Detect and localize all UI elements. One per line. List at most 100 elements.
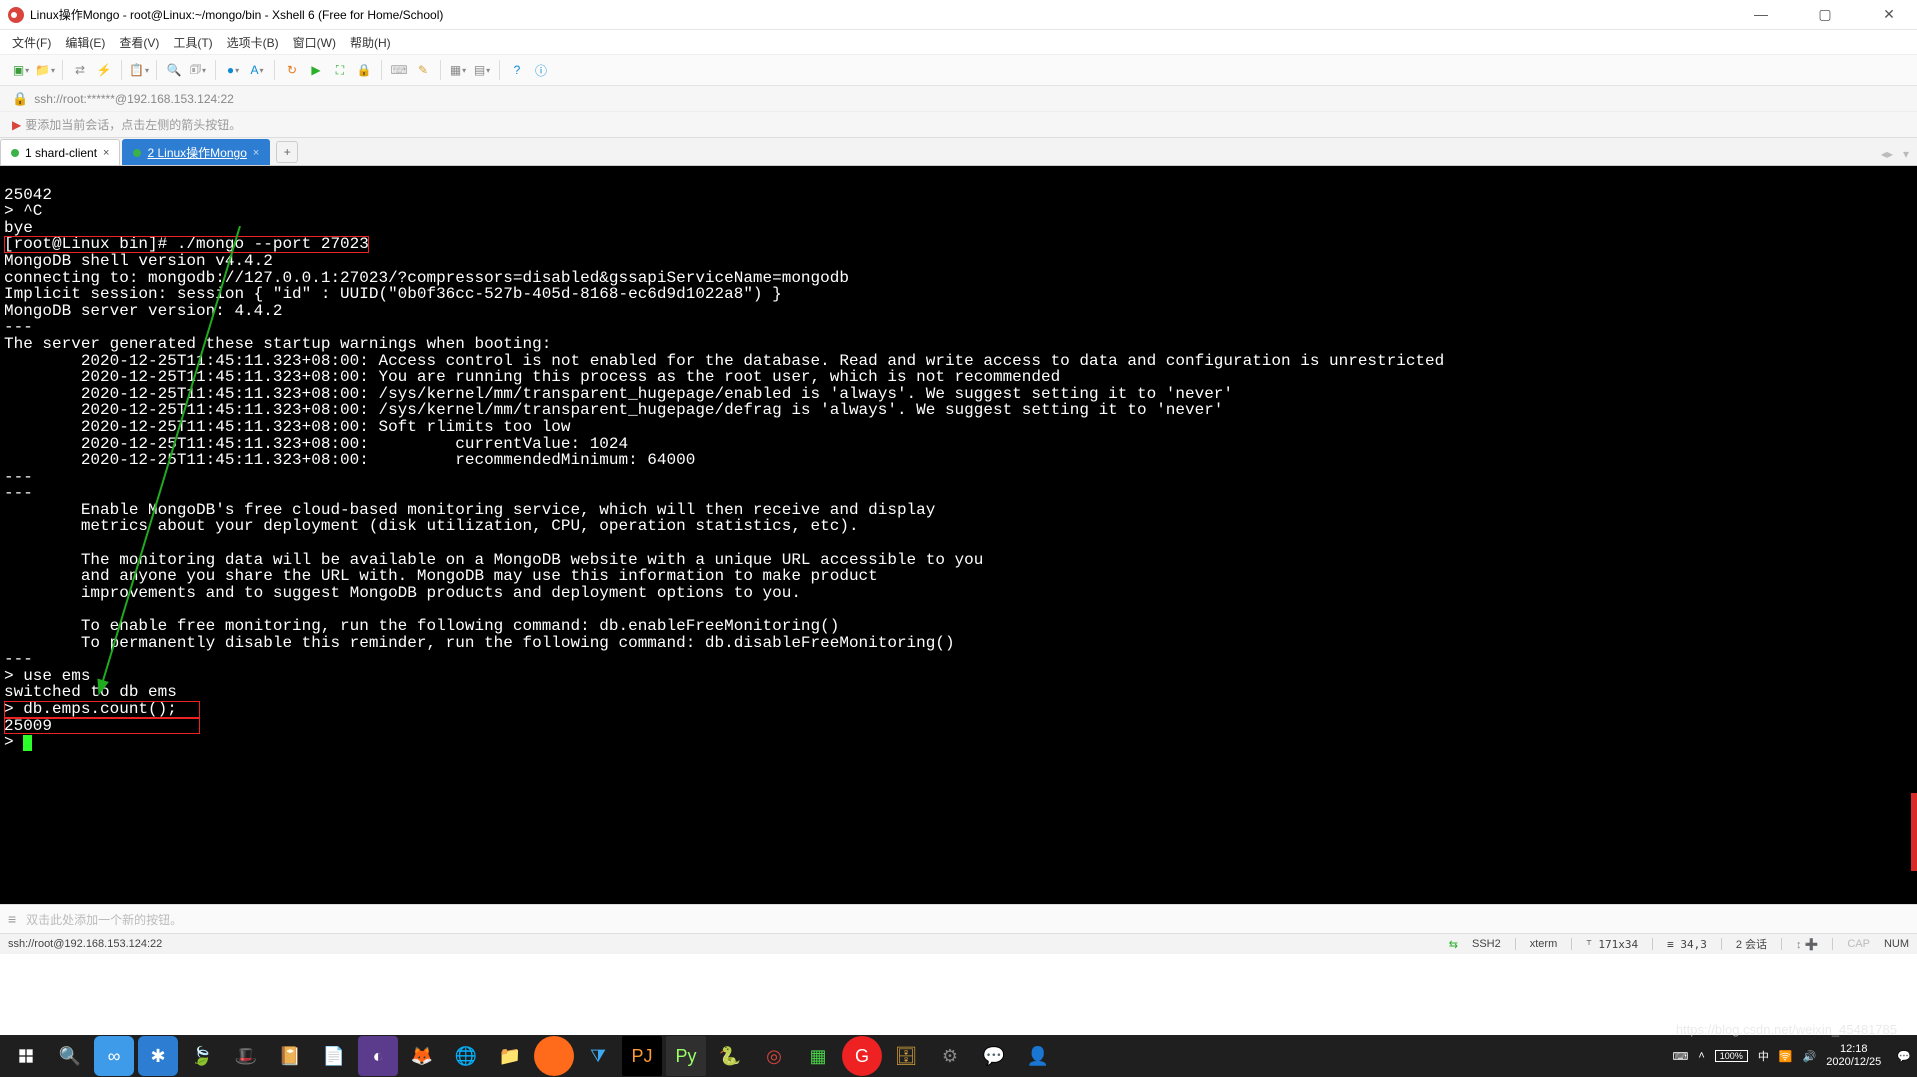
menu-file[interactable]: 文件(F) (12, 34, 51, 51)
tray-notifications-icon[interactable]: 💬 (1897, 1050, 1911, 1063)
taskbar-app-21[interactable]: 💬 (974, 1036, 1014, 1076)
taskbar-app-17[interactable]: ▦ (798, 1036, 838, 1076)
terminal-line: > ^C (4, 202, 42, 220)
tab-add-button[interactable]: + (276, 141, 298, 163)
taskbar-app-19[interactable]: 🗄 (886, 1036, 926, 1076)
tray-volume-icon[interactable]: 🔊 (1803, 1050, 1817, 1063)
terminal-line: To enable free monitoring, run the follo… (4, 617, 839, 635)
terminal-line: MongoDB shell version v4.4.2 (4, 252, 273, 270)
tray-battery-icon[interactable]: 100% (1715, 1050, 1748, 1062)
taskbar-app-6[interactable]: 📄 (314, 1036, 354, 1076)
minimize-button[interactable]: — (1741, 6, 1781, 23)
taskbar-app-12[interactable]: ⧩ (578, 1036, 618, 1076)
taskbar-app-3[interactable]: 🍃 (182, 1036, 222, 1076)
tray-up-icon[interactable]: ˄ (1698, 1050, 1704, 1062)
window-titlebar: Linux操作Mongo - root@Linux:~/mongo/bin - … (0, 0, 1917, 30)
tab-linux-mongo[interactable]: 2 Linux操作Mongo × (122, 139, 270, 165)
toolbar: ▣ 📁 ⇄ ⚡ 📋 🔍 🗊 ● A ↻ ▶ ⛶ 🔒 ⌨ ✎ ▦ ▤ ? ⓘ (0, 54, 1917, 86)
start-button[interactable] (6, 1036, 46, 1076)
hamburger-icon[interactable]: ≡ (8, 911, 16, 927)
tab-shard-client[interactable]: 1 shard-client × (0, 139, 120, 165)
tab-label: 1 shard-client (25, 146, 97, 160)
layout2-button[interactable]: ▤ (473, 61, 491, 79)
system-tray: ⌨ ˄ 100% 中 🛜 🔊 12:18 2020/12/25 💬 (1672, 1043, 1911, 1069)
font-button[interactable]: A (248, 61, 266, 79)
menu-window[interactable]: 窗口(W) (293, 34, 336, 51)
tab-close-button[interactable]: × (103, 147, 109, 159)
tray-ime-icon[interactable]: 中 (1758, 1048, 1769, 1064)
taskbar-app-4[interactable]: 🎩 (226, 1036, 266, 1076)
tab-prev-button[interactable]: ◂▸ (1881, 147, 1893, 161)
terminal-line: To permanently disable this reminder, ru… (4, 634, 955, 652)
menu-help[interactable]: 帮助(H) (350, 34, 391, 51)
menu-tabs[interactable]: 选项卡(B) (227, 34, 279, 51)
status-dot-icon (133, 149, 141, 157)
taskbar-app-16[interactable]: ◎ (754, 1036, 794, 1076)
terminal-line: The server generated these startup warni… (4, 335, 551, 353)
windows-taskbar: 🔍 ∞ ✱ 🍃 🎩 📔 📄 ◐ 🦊 🌐 📁 ⧩ PJ Py 🐍 ◎ ▦ G 🗄 … (0, 1035, 1917, 1077)
menu-bar: 文件(F) 编辑(E) 查看(V) 工具(T) 选项卡(B) 窗口(W) 帮助(… (0, 30, 1917, 54)
fullscreen-button[interactable]: ⛶ (331, 61, 349, 79)
terminal-line: Enable MongoDB's free cloud-based monito… (4, 501, 935, 519)
taskbar-app-14[interactable]: Py (666, 1036, 706, 1076)
maximize-button[interactable]: ▢ (1805, 6, 1845, 23)
print-button[interactable]: 🗊 (189, 61, 207, 79)
menu-view[interactable]: 查看(V) (119, 34, 159, 51)
close-button[interactable]: ✕ (1869, 6, 1909, 23)
taskbar-app-20[interactable]: ⚙ (930, 1036, 970, 1076)
tab-close-button[interactable]: × (253, 147, 259, 159)
button-bar-hint: 双击此处添加一个新的按钮。 (26, 911, 182, 928)
disconnect-button[interactable]: ⚡ (95, 61, 113, 79)
terminal-line: > use ems (4, 667, 90, 685)
terminal-line: 2020-12-25T11:45:11.323+08:00: Access co… (4, 352, 1444, 370)
quick-button-bar[interactable]: ≡ 双击此处添加一个新的按钮。 (0, 904, 1917, 934)
tab-list-button[interactable]: ▾ (1903, 147, 1909, 161)
taskbar-app-18[interactable]: G (842, 1036, 882, 1076)
terminal-line: Implicit session: session { "id" : UUID(… (4, 285, 782, 303)
tray-network-icon[interactable]: 🛜 (1779, 1050, 1793, 1063)
taskbar-app-15[interactable]: 🐍 (710, 1036, 750, 1076)
terminal[interactable]: 25042 > ^C bye [root@Linux bin]# ./mongo… (0, 166, 1917, 904)
highlight-button[interactable]: ✎ (414, 61, 432, 79)
forward-button[interactable]: ↻ (283, 61, 301, 79)
taskbar-app-10[interactable]: 📁 (490, 1036, 530, 1076)
layout1-button[interactable]: ▦ (449, 61, 467, 79)
taskbar-app-1[interactable]: ∞ (94, 1036, 134, 1076)
info-button[interactable]: ⓘ (532, 61, 550, 79)
tray-clock[interactable]: 12:18 2020/12/25 (1826, 1043, 1881, 1069)
terminal-line: improvements and to suggest MongoDB prod… (4, 584, 801, 602)
tray-keyboard-icon[interactable]: ⌨ (1672, 1050, 1688, 1063)
open-button[interactable]: 📁 (36, 61, 54, 79)
taskbar-app-9[interactable]: 🌐 (446, 1036, 486, 1076)
status-num: NUM (1884, 938, 1909, 950)
terminal-line: connecting to: mongodb://127.0.0.1:27023… (4, 269, 849, 287)
menu-tools[interactable]: 工具(T) (173, 34, 212, 51)
taskbar-app-11[interactable] (534, 1036, 574, 1076)
script-button[interactable]: ▶ (307, 61, 325, 79)
address-bar[interactable]: 🔒 ssh://root:******@192.168.153.124:22 (0, 86, 1917, 112)
taskbar-app-22[interactable]: 👤 (1018, 1036, 1058, 1076)
taskbar-app-2[interactable]: ✱ (138, 1036, 178, 1076)
terminal-line: [root@Linux bin]# ./mongo --port 27023 (4, 236, 369, 253)
help-button[interactable]: ? (508, 61, 526, 79)
terminal-line: 2020-12-25T11:45:11.323+08:00: Soft rlim… (4, 418, 571, 436)
menu-edit[interactable]: 编辑(E) (65, 34, 105, 51)
lock-icon: 🔒 (12, 91, 28, 107)
taskbar-app-8[interactable]: 🦊 (402, 1036, 442, 1076)
reconnect-button[interactable]: ⇄ (71, 61, 89, 79)
terminal-line: --- (4, 318, 33, 336)
find-button[interactable]: 🔍 (165, 61, 183, 79)
taskbar-app-13[interactable]: PJ (622, 1036, 662, 1076)
terminal-prompt: > (4, 733, 23, 751)
taskbar-app-7[interactable]: ◐ (358, 1036, 398, 1076)
session-tab-strip: 1 shard-client × 2 Linux操作Mongo × + ◂▸ ▾ (0, 138, 1917, 166)
search-button[interactable]: 🔍 (50, 1036, 90, 1076)
color-button[interactable]: ● (224, 61, 242, 79)
watermark: https://blog.csdn.net/weixin_45481785 (1676, 1022, 1897, 1037)
terminal-line: 25042 (4, 186, 52, 204)
lock-button[interactable]: 🔒 (355, 61, 373, 79)
copy-button[interactable]: 📋 (130, 61, 148, 79)
taskbar-app-5[interactable]: 📔 (270, 1036, 310, 1076)
new-session-button[interactable]: ▣ (12, 61, 30, 79)
calc-button[interactable]: ⌨ (390, 61, 408, 79)
